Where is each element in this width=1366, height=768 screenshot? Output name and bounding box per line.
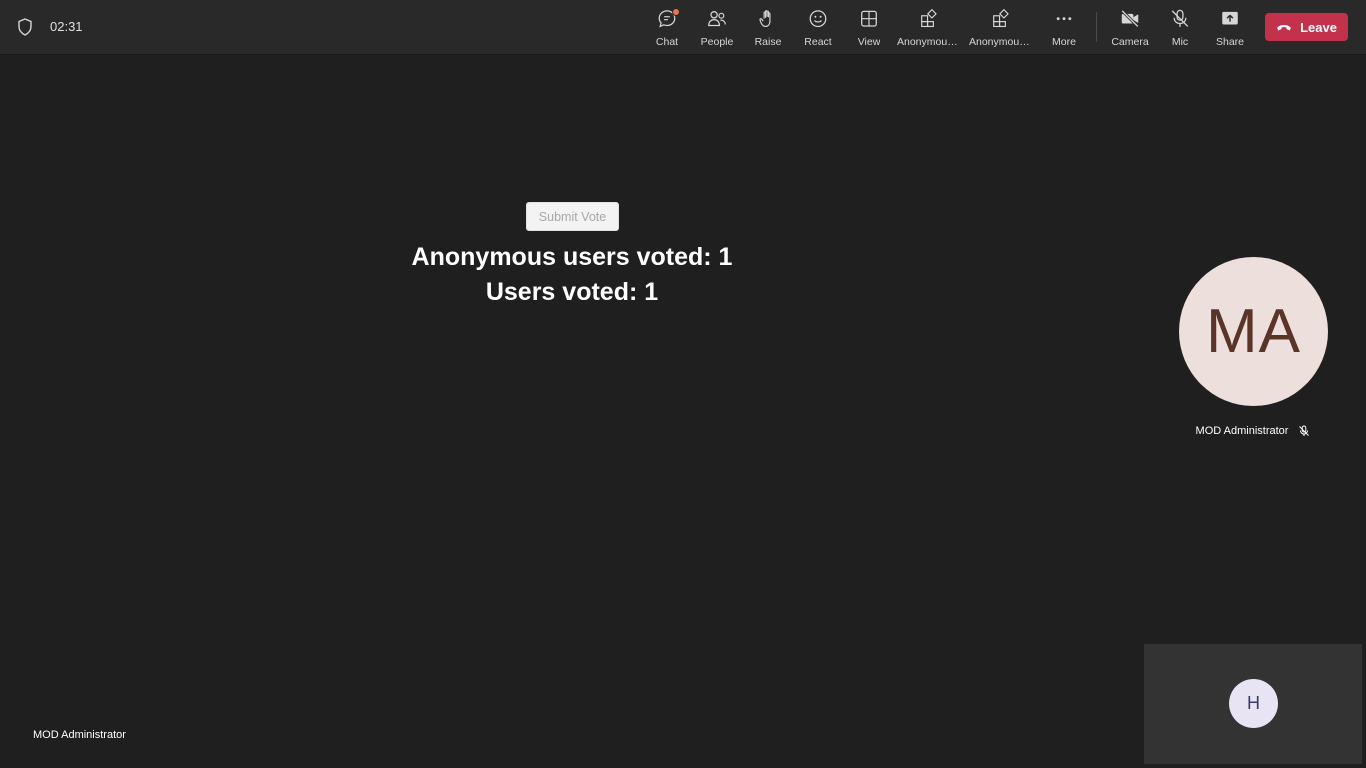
- share-label: Share: [1215, 36, 1245, 48]
- participant-avatar[interactable]: MA: [1179, 257, 1328, 406]
- camera-off-icon: [1121, 9, 1139, 28]
- react-button[interactable]: React: [790, 8, 846, 48]
- react-label: React: [804, 36, 832, 48]
- people-icon: [708, 11, 726, 27]
- mic-off-icon: [1299, 425, 1310, 436]
- raise-hand-button[interactable]: Raise: [740, 8, 796, 48]
- mic-button[interactable]: Mic: [1152, 8, 1208, 48]
- camera-button[interactable]: Camera: [1102, 8, 1158, 48]
- toolbar-divider: [1096, 12, 1097, 42]
- view-button[interactable]: View: [841, 8, 897, 48]
- anonymous-votes-count: Anonymous users voted: 1: [411, 243, 733, 271]
- presenter-name: MOD Administrator: [33, 729, 126, 741]
- share-button[interactable]: Share: [1202, 8, 1258, 48]
- submit-vote-button[interactable]: Submit Vote: [526, 202, 619, 231]
- chat-notification-badge: [672, 8, 680, 16]
- anonymous-app-button-2[interactable]: Anonymous...: [969, 8, 1033, 48]
- mic-off-icon: [1171, 9, 1189, 27]
- leave-button[interactable]: Leave: [1265, 13, 1348, 41]
- share-screen-icon: [1222, 11, 1238, 25]
- grid-view-icon: [861, 10, 877, 27]
- leave-label: Leave: [1300, 19, 1337, 35]
- chat-label: Chat: [655, 36, 679, 48]
- camera-label: Camera: [1111, 36, 1149, 48]
- user-votes-count: Users voted: 1: [485, 278, 659, 306]
- view-label: View: [857, 36, 881, 48]
- more-label: More: [1052, 36, 1076, 48]
- mic-label: Mic: [1171, 36, 1189, 48]
- meeting-timer: 02:31: [50, 19, 83, 34]
- participant-name-row: MOD Administrator: [1180, 424, 1326, 438]
- hand-icon: [759, 10, 771, 28]
- anonymous-app-label-2: Anonymous...: [969, 36, 1033, 48]
- participant-name: MOD Administrator: [1195, 425, 1289, 437]
- smiley-icon: [809, 10, 827, 28]
- hang-up-icon: [1277, 25, 1292, 31]
- shield-icon: [18, 18, 32, 36]
- self-avatar: H: [1229, 679, 1278, 728]
- anonymous-app-button-1[interactable]: Anonymous...: [897, 8, 961, 48]
- more-icon: [1056, 17, 1072, 21]
- raise-label: Raise: [754, 36, 782, 48]
- anonymous-app-label-1: Anonymous...: [897, 36, 961, 48]
- people-button[interactable]: People: [689, 8, 745, 48]
- people-label: People: [700, 36, 734, 48]
- apps-icon: [921, 8, 937, 28]
- self-view-tile[interactable]: H: [1144, 644, 1362, 764]
- chat-button[interactable]: Chat: [639, 8, 695, 48]
- more-button[interactable]: More: [1036, 8, 1092, 48]
- apps-icon: [993, 8, 1009, 28]
- meeting-toolbar: 02:31 Chat People Raise React View Anony…: [0, 0, 1366, 55]
